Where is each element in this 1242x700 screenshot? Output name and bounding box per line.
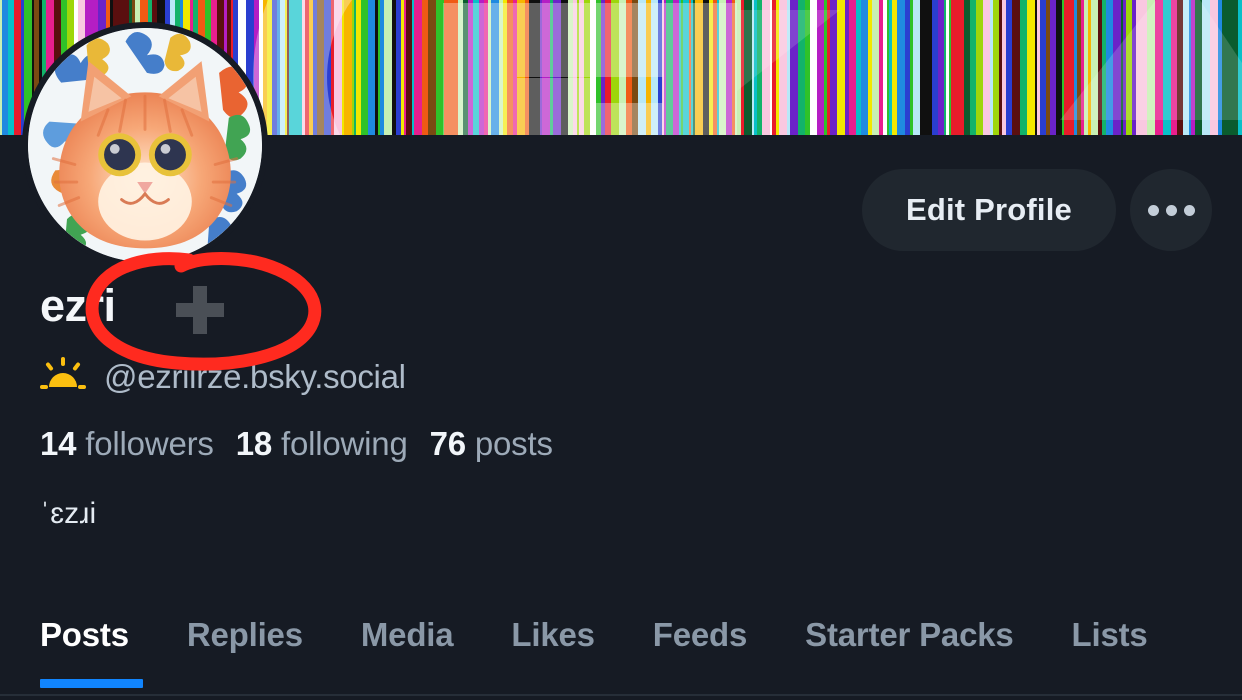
tab-posts[interactable]: Posts <box>40 600 158 688</box>
profile-tabs: Posts Replies Media Likes Feeds Starter … <box>0 600 1242 700</box>
ellipsis-icon <box>1183 204 1195 216</box>
tab-label: Lists <box>1071 616 1148 653</box>
following-stat[interactable]: 18 following <box>236 425 408 462</box>
tab-feeds[interactable]: Feeds <box>624 600 776 654</box>
profile-stats: 14 followers 18 following 76 posts <box>40 425 575 463</box>
tab-label: Feeds <box>652 616 748 653</box>
handle-text: @ezriirze.bsky.social <box>104 358 406 395</box>
profile-bio: ˈɛzɹi <box>40 497 97 530</box>
ellipsis-icon <box>1165 204 1177 216</box>
posts-stat: 76 posts <box>430 425 553 462</box>
following-count: 18 <box>235 425 273 462</box>
following-label: following <box>280 425 408 462</box>
posts-label: posts <box>474 425 553 462</box>
tab-media[interactable]: Media <box>332 600 483 654</box>
tab-label: Media <box>360 616 454 653</box>
tabs-divider <box>0 694 1242 696</box>
handle-row: @ezriirze.bsky.social <box>40 356 406 398</box>
tab-label: Replies <box>186 616 303 653</box>
avatar[interactable] <box>22 22 268 268</box>
tab-label: Starter Packs <box>805 616 1014 653</box>
tab-starter-packs[interactable]: Starter Packs <box>776 600 1042 654</box>
tab-label: Likes <box>511 616 595 653</box>
more-options-button[interactable] <box>1130 169 1212 251</box>
profile-screen: Edit Profile ezri @ezriirze.bsky.social <box>0 0 1242 700</box>
posts-count: 76 <box>429 425 467 462</box>
active-tab-indicator <box>40 679 143 688</box>
followers-label: followers <box>85 425 214 462</box>
ellipsis-icon <box>1147 204 1159 216</box>
edit-profile-button[interactable]: Edit Profile <box>861 169 1116 251</box>
followers-stat[interactable]: 14 followers <box>40 425 214 462</box>
tab-replies[interactable]: Replies <box>158 600 332 654</box>
display-name: ezri <box>40 280 116 331</box>
tab-likes[interactable]: Likes <box>482 600 623 654</box>
followers-count: 14 <box>40 425 77 462</box>
tab-label: Posts <box>40 616 129 653</box>
plus-icon[interactable] <box>176 286 224 334</box>
plus-icon-vertical-bar <box>193 286 207 334</box>
profile-actions: Edit Profile <box>861 169 1212 251</box>
avatar-image <box>28 28 262 262</box>
sunrise-emoji-icon <box>40 357 86 389</box>
tab-lists[interactable]: Lists <box>1043 600 1177 654</box>
